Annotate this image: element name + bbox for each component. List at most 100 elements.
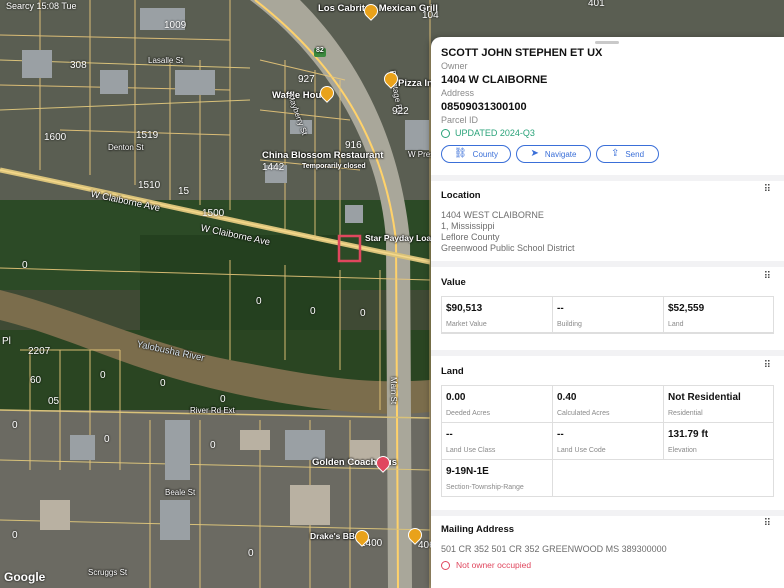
elevation-label: Elevation — [668, 447, 697, 454]
land-value: $52,559 — [668, 303, 705, 314]
value-cell-market: $90,513 Market Value — [442, 297, 553, 333]
land-cell: 0.00 Deeded Acres — [442, 386, 553, 423]
drag-handle-icon[interactable]: ⠿ — [764, 518, 771, 529]
parcel-number: 0 — [220, 394, 226, 405]
county-button-label: County — [472, 149, 499, 159]
section-divider — [431, 350, 784, 356]
occupancy-status: Not owner occupied — [441, 560, 531, 570]
parcel-number: 1519 — [136, 130, 159, 141]
sheet-grabber[interactable] — [595, 41, 619, 44]
parcel-number: 0 — [12, 530, 18, 541]
updated-indicator: UPDATED 2024-Q3 — [441, 128, 771, 138]
updated-text: UPDATED 2024-Q3 — [455, 128, 535, 138]
parcel-detail-panel: SCOTT JOHN STEPHEN ET UX Owner 1404 W CL… — [431, 37, 784, 588]
elevation-value: 131.79 ft — [668, 429, 709, 440]
land-use-code-label: Land Use Code — [557, 447, 606, 454]
location-title: Location — [441, 190, 481, 201]
building-value: -- — [557, 303, 564, 314]
section-divider — [431, 510, 784, 516]
parcel-number: 60 — [30, 375, 42, 386]
str-label: Section-Township-Range — [446, 484, 524, 491]
street-scruggs: Scruggs St — [88, 568, 128, 577]
building-label: Building — [557, 321, 582, 328]
parcel-id-value: 08509031300100 — [441, 101, 527, 113]
land-cell: 9-19N-1E Section-Township-Range — [442, 460, 553, 496]
calculated-acres-value: 0.40 — [557, 392, 577, 403]
county-button[interactable]: ⛓ County — [441, 145, 511, 163]
parcel-number: 0 — [12, 420, 18, 431]
mailing-address-value: 501 CR 352 501 CR 352 GREENWOOD MS 38930… — [441, 544, 667, 554]
calculated-acres-label: Calculated Acres — [557, 410, 610, 417]
owner-label: Owner — [441, 61, 468, 71]
street-beale: Beale St — [165, 488, 196, 497]
parcel-number: 1600 — [44, 132, 67, 143]
value-cell-building: -- Building — [553, 297, 664, 333]
parcel-number: 1510 — [138, 180, 161, 191]
location-line: 1, Mississippi — [441, 221, 495, 231]
status-bar-text: Searcy 15:08 Tue — [6, 1, 77, 11]
drag-handle-icon[interactable]: ⠿ — [764, 360, 771, 371]
parcel-number: Pl — [2, 336, 11, 347]
owner-name: SCOTT JOHN STEPHEN ET UX — [441, 47, 603, 59]
navigate-arrow-icon: ➤ — [530, 148, 539, 159]
parcel-number: 1500 — [202, 208, 225, 219]
parcel-number: 916 — [345, 140, 362, 151]
land-use-class-label: Land Use Class — [446, 447, 496, 454]
land-cell: 0.40 Calculated Acres — [553, 386, 664, 423]
drag-handle-icon[interactable]: ⠿ — [764, 271, 771, 282]
refresh-icon — [441, 128, 450, 138]
market-value-label: Market Value — [446, 321, 487, 328]
land-use-class-value: -- — [446, 429, 453, 440]
market-value: $90,513 — [446, 303, 483, 314]
parcel-number: 2207 — [28, 346, 51, 357]
action-buttons: ⛓ County ➤ Navigate ⇪ Send — [441, 145, 659, 163]
parcel-number: 308 — [70, 60, 87, 71]
land-value-label: Land — [668, 321, 684, 328]
drag-handle-icon[interactable]: ⠿ — [764, 184, 771, 195]
land-cell: Not Residential Residential — [664, 386, 773, 423]
street-main: Main St — [389, 376, 399, 405]
send-button[interactable]: ⇪ Send — [596, 145, 659, 163]
parcel-number: 401 — [588, 0, 605, 9]
link-icon: ⛓ — [453, 148, 467, 159]
parcel-number: 1442 — [262, 162, 285, 173]
navigate-button-label: Navigate — [544, 149, 577, 159]
parcel-number: 1009 — [164, 20, 187, 31]
parcel-number: 0 — [104, 434, 110, 445]
section-divider — [431, 175, 784, 181]
address-value: 1404 W CLAIBORNE — [441, 74, 548, 86]
str-value: 9-19N-1E — [446, 466, 489, 477]
land-grid: 0.00 Deeded Acres 0.40 Calculated Acres … — [441, 385, 774, 497]
parcel-number: 0 — [310, 306, 316, 317]
google-logo: Google — [4, 570, 46, 584]
value-cell-land: $52,559 Land — [664, 297, 773, 333]
land-use-code-value: -- — [557, 429, 564, 440]
residential-value: Not Residential — [668, 392, 741, 403]
parcel-number: 0 — [160, 378, 166, 389]
parcel-id-label: Parcel ID — [441, 115, 479, 125]
parcel-number: 0 — [22, 260, 28, 271]
land-cell: 131.79 ft Elevation — [664, 423, 773, 460]
street-lasalle: Lasalle St — [148, 56, 184, 65]
occupancy-status-text: Not owner occupied — [456, 560, 532, 570]
parcel-number: 0 — [210, 440, 216, 451]
location-line: 1404 WEST CLAIBORNE — [441, 210, 544, 220]
deeded-acres-label: Deeded Acres — [446, 410, 490, 417]
land-cell: -- Land Use Class — [442, 423, 553, 460]
location-line: Greenwood Public School District — [441, 243, 575, 253]
residential-label: Residential — [668, 410, 703, 417]
parcel-number: 0 — [256, 296, 262, 307]
poi-china-blossom[interactable]: China Blossom Restaurant — [262, 150, 383, 161]
share-icon: ⇪ — [610, 148, 620, 159]
parcel-number: 922 — [392, 106, 409, 117]
location-line: Leflore County — [441, 232, 500, 242]
poi-star-payday[interactable]: Star Payday Loans — [365, 233, 441, 243]
warning-circle-icon — [441, 560, 450, 570]
deeded-acres-value: 0.00 — [446, 392, 466, 403]
value-title: Value — [441, 277, 466, 288]
street-river-rd: River Rd Ext — [190, 406, 235, 415]
navigate-button[interactable]: ➤ Navigate — [516, 145, 591, 163]
parcel-number: 15 — [178, 186, 190, 197]
address-label: Address — [441, 88, 475, 98]
mailing-title: Mailing Address — [441, 524, 515, 535]
